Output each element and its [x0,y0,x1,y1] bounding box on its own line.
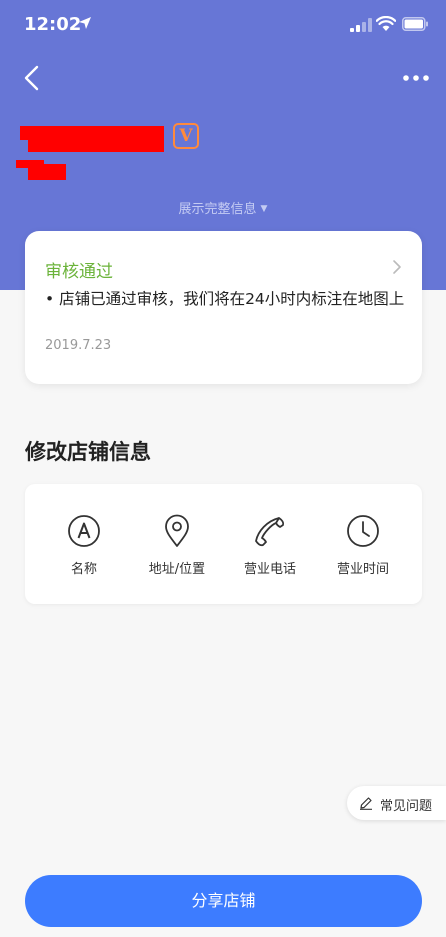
expand-info-label: 展示完整信息 [178,202,257,217]
edit-name-label: 名称 [70,562,97,577]
edit-address-button[interactable]: 地址/位置 [132,514,222,577]
battery-icon [402,17,428,31]
clock-icon [347,515,379,547]
faq-label: 常见问题 [380,799,433,814]
edit-phone-button[interactable]: 营业电话 [225,514,315,577]
share-store-button[interactable]: 分享店铺 [25,875,422,927]
review-description: • 店铺已通过审核，我们将在24小时内标注在地图上 [45,290,405,308]
edit-hours-label: 营业时间 [336,562,389,577]
back-arrow-icon[interactable] [14,60,50,96]
verified-v-badge: V [173,123,199,149]
review-status-label: 审核通过 [45,262,113,282]
wifi-icon [376,16,396,31]
pencil-icon [360,797,372,810]
edit-hours-button[interactable]: 营业时间 [318,514,408,577]
caret-down-icon: ▼ [260,204,268,214]
edit-name-button[interactable]: 名称 [39,514,129,577]
more-dots-icon[interactable] [398,66,434,90]
expand-full-info-link[interactable]: 展示完整信息 ▼ [0,198,446,217]
signal-icon [350,18,372,32]
location-pin-icon [165,514,189,547]
chevron-right-icon [393,260,401,274]
edit-address-label: 地址/位置 [148,562,206,577]
edit-phone-label: 营业电话 [243,562,296,577]
edit-options-card: 名称 地址/位置 营业电话 营业时间 [25,484,422,604]
review-date: 2019.7.23 [45,338,112,353]
review-status-card[interactable]: 审核通过 • 店铺已通过审核，我们将在24小时内标注在地图上 2019.7.23 [25,231,422,384]
status-bar: 12:02 [0,0,446,50]
edit-section-title: 修改店铺信息 [25,440,151,464]
name-a-icon [68,515,100,547]
status-time: 12:02 [24,14,82,35]
location-arrow-icon [79,17,91,29]
faq-button[interactable]: 常见问题 [347,786,446,820]
phone-icon [255,517,285,547]
